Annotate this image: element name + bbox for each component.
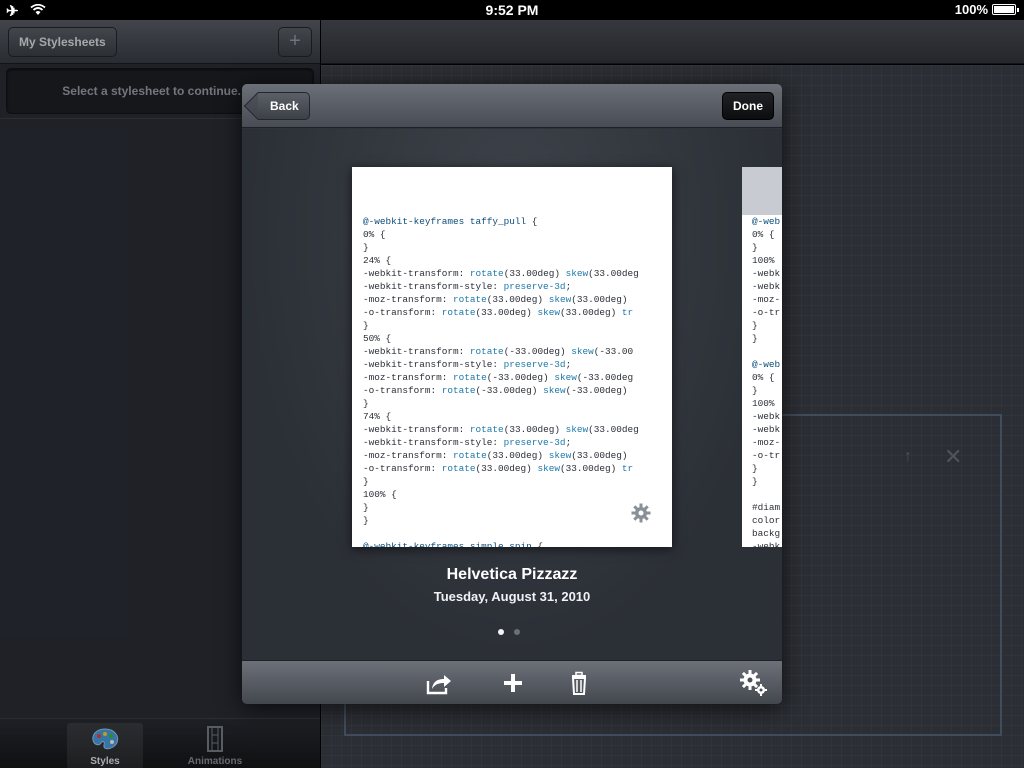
stylesheet-carousel: @-webkit-keyframes taffy_pull { 0% {} 24% … xyxy=(242,129,782,660)
code-line: } xyxy=(752,320,758,331)
share-icon[interactable] xyxy=(423,669,453,697)
css-code-preview: @-web 0% {} 100% -webk -webk -moz- -o-tr}} @-we… xyxy=(752,215,780,547)
code-line: -o-transform: rotate(33.00deg) skew(33.0… xyxy=(363,463,634,474)
code-line: -webkit-transform: rotate(33.00deg) skew… xyxy=(363,268,639,279)
code-line: } xyxy=(752,463,758,474)
code-line: @-webkit-keyframes simple_spin { xyxy=(363,541,544,547)
css-code-preview: @-webkit-keyframes taffy_pull { 0% {} 24% … xyxy=(363,215,639,547)
code-line: 0% { xyxy=(363,229,386,240)
code-line: 24% { xyxy=(363,255,392,266)
code-line: backg xyxy=(752,528,781,539)
code-line: -moz-transform: rotate(33.00deg) skew(33… xyxy=(363,294,628,305)
code-line: @-webkit-keyframes taffy_pull { xyxy=(363,216,538,227)
code-line: -webk xyxy=(752,541,781,547)
code-line: } xyxy=(363,515,369,526)
code-line: -webk xyxy=(752,424,781,435)
code-line: 100% xyxy=(752,255,775,266)
battery-percent: 100% xyxy=(954,2,988,17)
code-line: } xyxy=(752,385,758,396)
code-line: 50% { xyxy=(363,333,392,344)
code-line: -o-tr xyxy=(752,307,781,318)
code-line: -webk xyxy=(752,411,781,422)
code-line: } xyxy=(363,476,369,487)
popover-toolbar xyxy=(242,660,782,704)
code-line: } xyxy=(752,242,758,253)
status-time: 9:52 PM xyxy=(485,2,539,18)
code-line: } xyxy=(363,502,369,513)
back-button[interactable]: Back xyxy=(258,92,310,120)
code-line: color xyxy=(752,515,781,526)
code-line: } xyxy=(363,320,369,331)
code-line: 100% { xyxy=(363,489,397,500)
code-line: -webk xyxy=(752,281,781,292)
code-line: -moz- xyxy=(752,294,781,305)
code-line: -webkit-transform-style: preserve-3d; xyxy=(363,281,572,292)
code-line: -webk xyxy=(752,268,781,279)
code-line: -webkit-transform: rotate(-33.00deg) ske… xyxy=(363,346,634,357)
code-line: -webkit-transform: rotate(33.00deg) skew… xyxy=(363,424,639,435)
done-button[interactable]: Done xyxy=(722,92,774,120)
code-line: } xyxy=(363,242,369,253)
settings-gear-icon[interactable] xyxy=(738,669,770,697)
code-line: } xyxy=(752,476,758,487)
stylesheet-preview-page[interactable]: @-webkit-keyframes taffy_pull { 0% {} 24% … xyxy=(352,167,672,547)
code-line: 0% { xyxy=(752,372,775,383)
code-line: -o-transform: rotate(-33.00deg) skew(-33… xyxy=(363,385,628,396)
page-indicator[interactable] xyxy=(498,629,520,635)
stylesheet-browser-popover: Back Done @-webkit-keyframes taffy_pull … xyxy=(242,84,782,704)
code-line: #diam xyxy=(752,502,781,513)
code-line: -moz-transform: rotate(33.00deg) skew(33… xyxy=(363,450,628,461)
page-dot[interactable] xyxy=(514,629,520,635)
popover-nav-bar: Back Done xyxy=(242,84,782,128)
code-line: @-web xyxy=(752,216,781,227)
code-line: 74% { xyxy=(363,411,392,422)
code-line: @-web xyxy=(752,359,781,370)
page-dot-active[interactable] xyxy=(498,629,504,635)
gear-icon[interactable] xyxy=(631,503,651,523)
code-line: -moz- xyxy=(752,437,781,448)
add-icon[interactable] xyxy=(498,669,528,697)
code-line: -webkit-transform-style: preserve-3d; xyxy=(363,437,572,448)
stylesheet-date: Tuesday, August 31, 2010 xyxy=(433,589,591,604)
status-bar: ✈ 9:52 PM 100% xyxy=(0,0,1024,20)
code-line: -o-tr xyxy=(752,450,781,461)
code-line: 0% { xyxy=(752,229,775,240)
code-line: -webkit-transform-style: preserve-3d; xyxy=(363,359,572,370)
stylesheet-title: Helvetica Pizzazz xyxy=(446,566,578,583)
code-line: } xyxy=(752,333,758,344)
code-line: 100% xyxy=(752,398,775,409)
next-stylesheet-preview-page[interactable]: @-web 0% {} 100% -webk -webk -moz- -o-tr}} @-we… xyxy=(742,167,782,547)
code-line: } xyxy=(363,398,369,409)
trash-icon[interactable] xyxy=(564,669,594,697)
battery-status: 100% xyxy=(954,2,1019,17)
code-line: -moz-transform: rotate(-33.00deg) skew(-… xyxy=(363,372,634,383)
battery-icon xyxy=(992,4,1019,15)
code-line: -o-transform: rotate(33.00deg) skew(33.0… xyxy=(363,307,634,318)
